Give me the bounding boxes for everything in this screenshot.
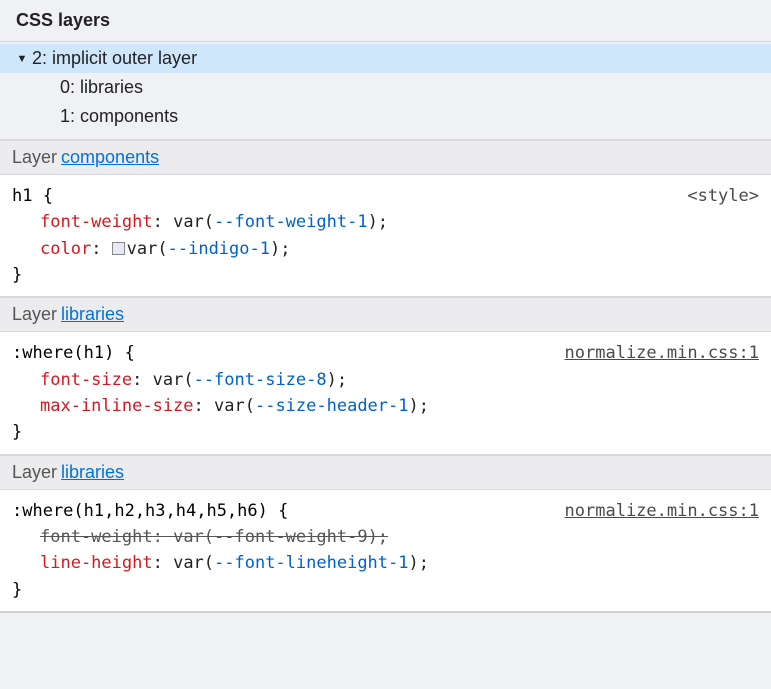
rule-source-link[interactable]: normalize.min.css:1 xyxy=(565,498,759,524)
css-declaration[interactable]: line-height: var(--font-lineheight-1); xyxy=(12,550,759,576)
css-value: var(--font-weight-9); xyxy=(173,527,388,547)
layer-link[interactable]: libraries xyxy=(61,462,124,483)
layer-label: Layer xyxy=(12,462,57,483)
layer-section-header: Layer libraries xyxy=(0,455,771,490)
css-declaration[interactable]: font-weight: var(--font-weight-1); xyxy=(12,209,759,235)
rule-selector[interactable]: h1 { xyxy=(12,183,53,209)
tree-row-label: 2: implicit outer layer xyxy=(32,48,197,69)
layer-label: Layer xyxy=(12,147,57,168)
rule-close-brace: } xyxy=(12,419,759,445)
css-declaration-overridden[interactable]: font-weight: var(--font-weight-9); xyxy=(12,524,759,550)
tree-row-child[interactable]: 0: libraries xyxy=(0,73,771,102)
layer-section-header: Layer libraries xyxy=(0,297,771,332)
css-value: var(--font-size-8); xyxy=(153,370,348,390)
css-rule: :where(h1) { normalize.min.css:1 font-si… xyxy=(0,332,771,454)
rule-close-brace: } xyxy=(12,262,759,288)
layer-tree: ▼ 2: implicit outer layer 0: libraries 1… xyxy=(0,42,771,140)
css-rule: :where(h1,h2,h3,h4,h5,h6) { normalize.mi… xyxy=(0,490,771,612)
css-value: var(--font-weight-1); xyxy=(173,212,388,232)
layer-label: Layer xyxy=(12,304,57,325)
disclosure-triangle-icon[interactable]: ▼ xyxy=(16,53,28,65)
css-declaration[interactable]: max-inline-size: var(--size-header-1); xyxy=(12,393,759,419)
tree-row-root[interactable]: ▼ 2: implicit outer layer xyxy=(0,44,771,73)
css-property: font-size xyxy=(40,370,132,390)
css-property: font-weight xyxy=(40,212,153,232)
rule-close-brace: } xyxy=(12,577,759,603)
tree-row-child[interactable]: 1: components xyxy=(0,102,771,131)
layer-link[interactable]: libraries xyxy=(61,304,124,325)
css-property: color xyxy=(40,239,91,259)
panel-title: CSS layers xyxy=(0,0,771,42)
layer-link[interactable]: components xyxy=(61,147,159,168)
layer-section-header: Layer components xyxy=(0,140,771,175)
rule-selector[interactable]: :where(h1,h2,h3,h4,h5,h6) { xyxy=(12,498,288,524)
rule-source[interactable]: <style> xyxy=(687,183,759,209)
css-property: max-inline-size xyxy=(40,396,194,416)
css-layers-panel: CSS layers ▼ 2: implicit outer layer 0: … xyxy=(0,0,771,613)
rule-selector[interactable]: :where(h1) { xyxy=(12,340,135,366)
css-value: var(--indigo-1); xyxy=(127,239,291,259)
tree-row-label: 1: components xyxy=(60,106,178,127)
css-declaration[interactable]: color: var(--indigo-1); xyxy=(12,236,759,262)
css-value: var(--font-lineheight-1); xyxy=(173,553,429,573)
css-property: font-weight xyxy=(40,527,153,547)
tree-row-label: 0: libraries xyxy=(60,77,143,98)
css-declaration[interactable]: font-size: var(--font-size-8); xyxy=(12,367,759,393)
rule-source-link[interactable]: normalize.min.css:1 xyxy=(565,340,759,366)
css-property: line-height xyxy=(40,553,153,573)
css-value: var(--size-header-1); xyxy=(214,396,429,416)
color-swatch-icon[interactable] xyxy=(112,242,125,255)
css-rule: h1 { <style> font-weight: var(--font-wei… xyxy=(0,175,771,297)
